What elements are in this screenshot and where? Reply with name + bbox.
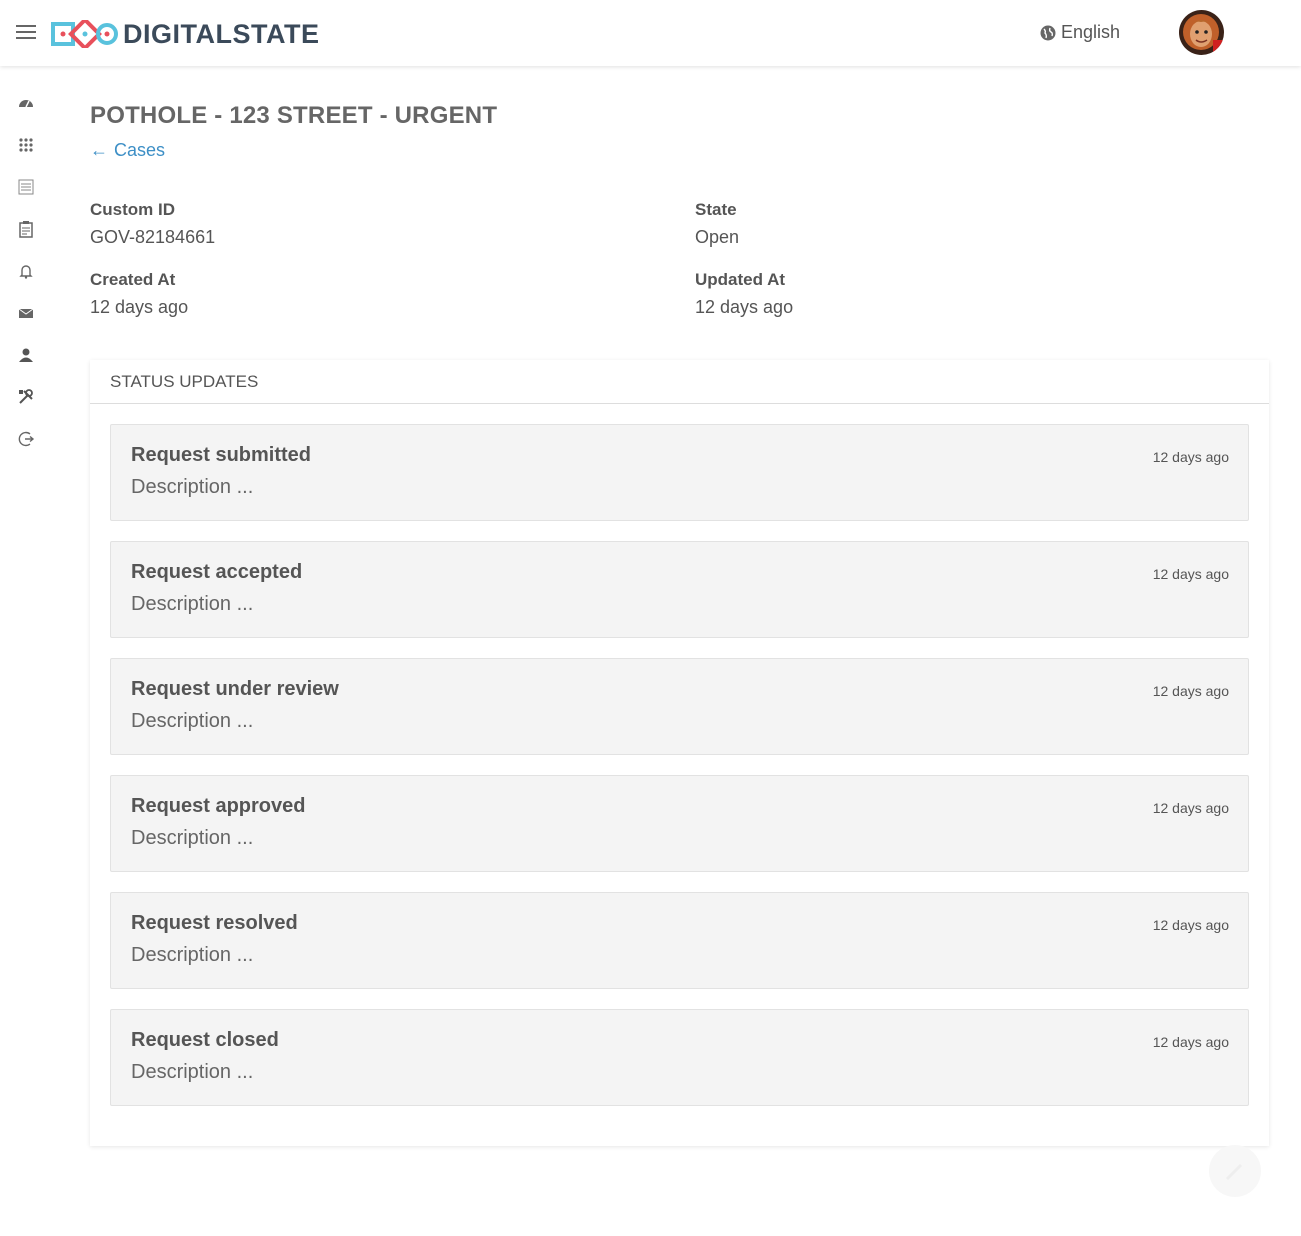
apps-grid-icon[interactable] [17,136,35,154]
status-update-item: Request approved Description ... 12 days… [110,775,1249,872]
update-timestamp: 12 days ago [1152,800,1229,816]
status-update-item: Request closed Description ... 12 days a… [110,1009,1249,1106]
update-title: Request approved [131,795,306,817]
clipboard-icon[interactable] [17,220,35,238]
update-title: Request submitted [131,444,312,466]
tools-icon[interactable] [17,388,35,406]
arrow-left-icon: ← [90,140,108,160]
update-title: Request resolved [131,912,298,934]
update-timestamp: 12 days ago [1152,917,1229,933]
language-label: English [1061,22,1121,42]
status-updates-header: STATUS UPDATES [90,360,1269,404]
logout-icon[interactable] [17,430,35,448]
bell-icon[interactable] [17,262,35,280]
globe-icon [1040,25,1056,40]
updated-at-value: 12 days ago [695,297,794,317]
dashboard-icon[interactable] [17,94,35,112]
status-update-item: Request submitted Description ... 12 day… [110,424,1249,521]
update-title: Request closed [131,1029,279,1051]
list-icon[interactable] [17,178,35,196]
status-update-item: Request under review Description ... 12 … [110,658,1249,755]
language-selector[interactable]: English [1040,22,1120,43]
back-link-label: Cases [114,140,166,160]
update-timestamp: 12 days ago [1152,1034,1229,1050]
status-updates-card: STATUS UPDATES Request submitted Descrip… [90,360,1269,1146]
user-icon[interactable] [17,346,35,364]
status-update-item: Request accepted Description ... 12 days… [110,541,1249,638]
envelope-icon[interactable] [17,304,35,322]
update-description: Description ... [131,944,254,966]
custom-id-value: GOV-82184661 [90,227,216,247]
menu-icon[interactable] [16,25,36,41]
update-title: Request accepted [131,561,303,583]
status-update-item: Request resolved Description ... 12 days… [110,892,1249,989]
created-at-value: 12 days ago [90,297,189,317]
brand-logo[interactable]: DIGITALSTATE [51,18,319,50]
floating-action-button[interactable] [1209,1145,1261,1197]
update-timestamp: 12 days ago [1152,683,1229,699]
update-timestamp: 12 days ago [1152,449,1229,465]
update-timestamp: 12 days ago [1152,566,1229,582]
avatar-photo [1179,10,1224,55]
update-description: Description ... [131,1061,254,1083]
update-description: Description ... [131,593,254,615]
brand-name: DIGITALSTATE [123,18,320,49]
back-to-cases-link[interactable]: ← Cases [90,140,165,161]
state-value: Open [695,227,740,247]
page-title: POTHOLE - 123 STREET - URGENT [90,102,498,129]
update-description: Description ... [131,827,254,849]
logo-mark-icon [51,20,118,48]
top-bar: DIGITALSTATE English [0,0,1301,66]
edit-icon [1225,1163,1243,1181]
created-at-label: Created At [90,270,176,289]
update-title: Request under review [131,678,339,700]
state-label: State [695,200,737,219]
custom-id-label: Custom ID [90,200,175,219]
updated-at-label: Updated At [695,270,786,289]
update-description: Description ... [131,710,254,732]
update-description: Description ... [131,476,254,498]
user-avatar[interactable] [1179,10,1224,55]
